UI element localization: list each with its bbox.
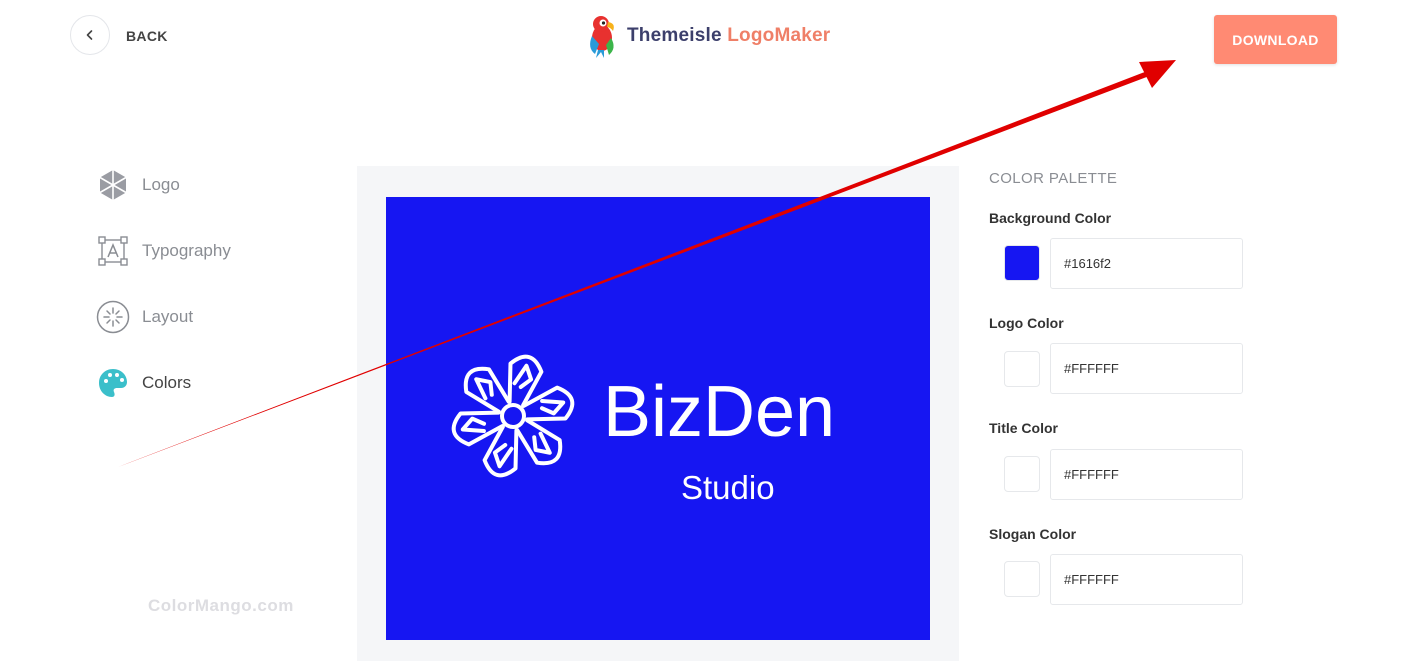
title-color-label: Title Color — [989, 420, 1058, 436]
logo-color-label: Logo Color — [989, 315, 1064, 331]
logo-slogan: Studio — [681, 469, 775, 506]
background-color-label: Background Color — [989, 210, 1112, 226]
back-button[interactable] — [70, 15, 110, 55]
sidebar-item-label: Colors — [142, 373, 192, 392]
title-color-swatch[interactable] — [1004, 456, 1040, 492]
watermark: ColorMango.com — [148, 596, 294, 615]
background-color-swatch[interactable] — [1004, 245, 1040, 281]
brand-name: Themeisle LogoMaker — [627, 25, 830, 47]
logo-color-input[interactable] — [1050, 343, 1243, 394]
sidebar-item-typography[interactable]: Typography — [96, 234, 231, 268]
layout-icon — [96, 300, 130, 334]
parrot-icon — [590, 16, 614, 58]
brand-name-part2: LogoMaker — [727, 25, 831, 46]
sidebar-item-label: Layout — [142, 307, 194, 326]
chevron-left-icon — [86, 30, 93, 40]
sidebar-item-label: Typography — [142, 241, 231, 260]
slogan-color-label: Slogan Color — [989, 526, 1077, 542]
sidebar-item-colors[interactable]: Colors — [96, 366, 191, 400]
background-color-input[interactable] — [1050, 238, 1243, 289]
download-button[interactable]: DOWNLOAD — [1214, 15, 1337, 64]
brand-name-part1: Themeisle — [627, 25, 722, 46]
logo-title: BizDen — [603, 372, 836, 452]
typography-icon — [96, 234, 130, 268]
sidebar-item-layout[interactable]: Layout — [96, 300, 193, 334]
brand-logo: Themeisle LogoMaker — [585, 14, 830, 58]
hexagon-logo-icon — [96, 168, 130, 202]
title-color-input[interactable] — [1050, 449, 1243, 500]
slogan-color-input[interactable] — [1050, 554, 1243, 605]
sidebar-item-logo[interactable]: Logo — [96, 168, 180, 202]
palette-icon — [96, 366, 130, 400]
slogan-color-swatch[interactable] — [1004, 561, 1040, 597]
snowflake-logo-icon — [451, 354, 575, 478]
back-label[interactable]: BACK — [126, 28, 168, 44]
sidebar-item-label: Logo — [142, 175, 180, 194]
logo-color-swatch[interactable] — [1004, 351, 1040, 387]
palette-title: COLOR PALETTE — [989, 170, 1118, 187]
